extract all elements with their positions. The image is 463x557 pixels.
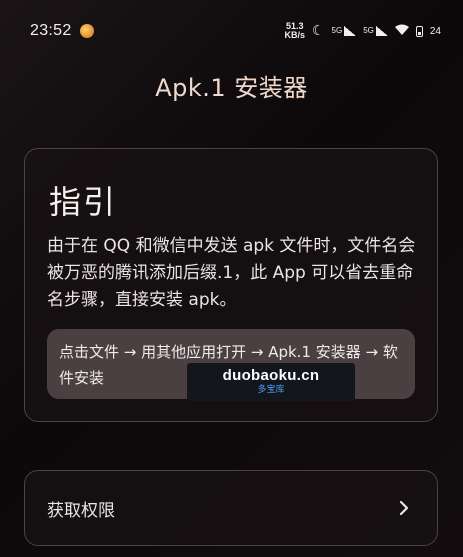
guide-description: 由于在 QQ 和微信中发送 apk 文件时，文件名会被万恶的腾讯添加后缀.1，此… [47,236,416,310]
battery-icon [415,25,423,37]
signal-bars-icon [375,26,388,36]
status-right: 51.3 KB/s ☾ 5G 5G 24 [284,22,441,40]
battery-level: 24 [429,25,441,37]
network-speed: 51.3 KB/s [284,22,305,40]
signal-1: 5G [332,26,357,36]
page-title: Apk.1 安装器 [155,74,308,102]
wifi-icon [394,24,409,38]
status-time: 23:52 [30,22,72,39]
guide-card: 指引 由于在 QQ 和微信中发送 apk 文件时，文件名会被万恶的腾讯添加后缀.… [24,148,438,422]
guide-steps-box: 点击文件 → 用其他应用打开 → Apk.1 安装器 → 软件安装 duobao… [47,329,415,401]
guide-title: 指引 [49,183,118,221]
watermark-name: 多宝库 [257,385,285,395]
chevron-right-icon [399,500,409,516]
signal-2-tag: 5G [363,26,374,35]
do-not-disturb-moon-icon: ☾ [311,23,325,39]
signal-1-tag: 5G [331,26,343,35]
get-permission-button[interactable]: 获取权限 [24,470,438,546]
status-bar: 23:52 51.3 KB/s ☾ 5G 5G 24 [0,0,463,62]
signal-bars-icon [344,26,357,36]
notification-app-icon [79,24,94,38]
network-speed-unit: KB/s [284,30,305,40]
watermark-domain: duobaoku.cn [222,367,320,384]
status-left: 23:52 [30,22,94,40]
signal-2: 5G [363,26,388,36]
get-permission-label: 获取权限 [47,500,115,521]
watermark-overlay: duobaoku.cn 多宝库 [187,363,355,401]
